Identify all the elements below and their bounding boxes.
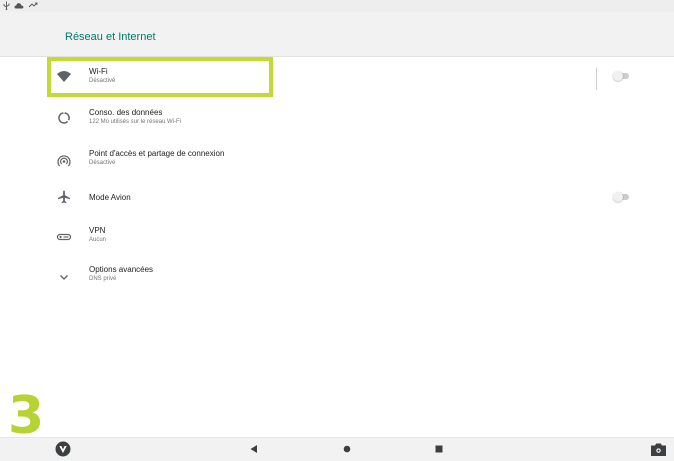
toggle-thumb <box>613 192 623 202</box>
settings-item-subtitle: Aucun <box>89 237 107 243</box>
airplane-mode-toggle[interactable] <box>613 192 631 202</box>
page-title: Réseau et Internet <box>65 31 156 43</box>
toggle-thumb <box>613 71 623 81</box>
settings-item-subtitle: 122 Mo utilisés sur le réseau Wi-Fi <box>89 119 182 125</box>
hotspot-icon <box>56 153 72 169</box>
back-icon[interactable] <box>249 444 258 454</box>
vpn-key-icon <box>56 229 72 245</box>
settings-item-title: Conso. des données <box>89 108 163 117</box>
settings-item-title: Point d'accès et partage de connexion <box>89 149 225 158</box>
airplane-icon <box>56 189 72 205</box>
app-bar: Réseau et Internet <box>0 12 674 57</box>
recents-icon[interactable] <box>434 444 444 454</box>
settings-item-subtitle: DNS privé <box>89 276 117 282</box>
divider <box>596 68 597 90</box>
settings-item-hotspot[interactable]: Point d'accès et partage de connexion Dé… <box>0 143 674 179</box>
settings-item-title: VPN <box>89 226 106 235</box>
data-usage-icon <box>56 110 72 126</box>
chevron-down-icon <box>56 269 72 285</box>
tutorial-highlight-box <box>47 57 273 97</box>
settings-item-title: Mode Avion <box>89 193 131 202</box>
settings-item-advanced[interactable]: Options avancées DNS privé <box>0 260 674 296</box>
settings-item-vpn[interactable]: VPN Aucun <box>0 220 674 256</box>
signal-icon <box>28 1 38 10</box>
cloud-icon <box>14 1 24 10</box>
home-icon[interactable] <box>342 444 352 454</box>
app-logo-icon[interactable] <box>55 441 71 457</box>
settings-item-data-usage[interactable]: Conso. des données 122 Mo utilisés sur l… <box>0 102 674 138</box>
usb-icon <box>3 1 10 10</box>
tutorial-step-number: 3 <box>8 386 45 446</box>
screenshot-icon[interactable] <box>650 442 667 457</box>
settings-item-subtitle: Désactivé <box>89 160 116 166</box>
settings-item-airplane-mode[interactable]: Mode Avion <box>0 181 674 217</box>
status-bar <box>0 0 674 12</box>
wifi-toggle[interactable] <box>613 71 631 81</box>
settings-item-title: Options avancées <box>89 265 154 274</box>
navigation-bar <box>0 437 674 461</box>
